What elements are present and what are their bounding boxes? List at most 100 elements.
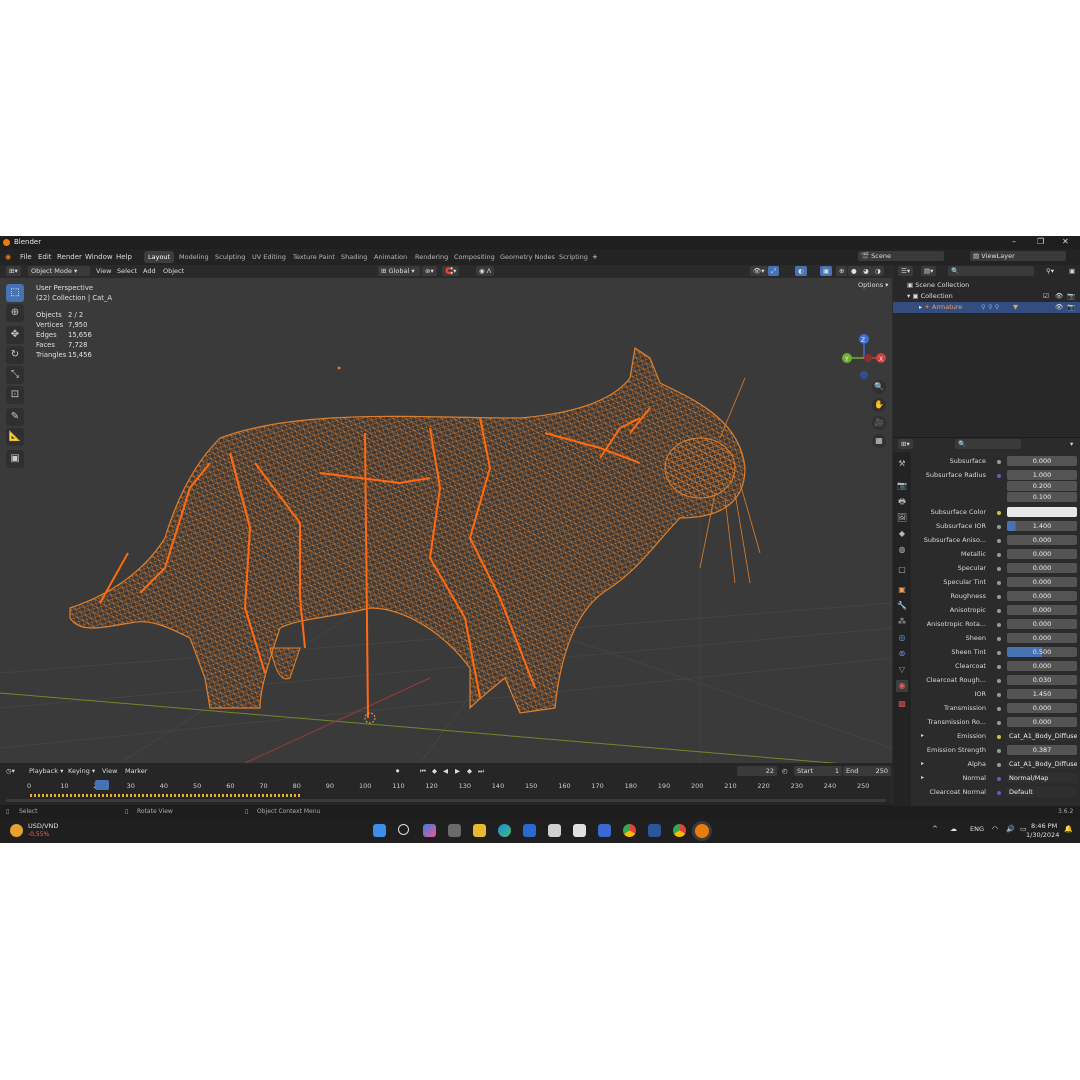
word-icon[interactable]	[648, 824, 661, 837]
weather-widget-icon[interactable]	[10, 824, 23, 837]
prop-value[interactable]: Normal/Map	[1007, 773, 1077, 783]
overlay-toggle-icon[interactable]: ◐	[795, 266, 807, 276]
menu-select[interactable]: Select	[114, 266, 140, 276]
playhead[interactable]	[95, 780, 109, 790]
checkbox-icon[interactable]: ☑	[1043, 291, 1049, 302]
file-explorer-icon[interactable]	[473, 824, 486, 837]
socket-icon[interactable]	[997, 460, 1001, 464]
menu-help[interactable]: Help	[116, 253, 132, 261]
maximize-icon[interactable]: ❐	[1037, 237, 1044, 246]
playback-menu[interactable]: Playback ▾	[29, 767, 63, 775]
menu-render[interactable]: Render	[57, 253, 82, 261]
language-indicator[interactable]: ENG	[970, 825, 984, 833]
camera-view-icon[interactable]: 🎥	[872, 416, 886, 430]
search-icon[interactable]	[398, 824, 409, 835]
expand-arrow-icon[interactable]: ▸	[921, 760, 924, 767]
timeline-view-menu[interactable]: View	[102, 767, 117, 775]
menu-view[interactable]: View	[93, 266, 114, 276]
tab-uv-editing[interactable]: UV Editing	[248, 251, 290, 263]
3d-viewport[interactable]: Z X Y ⬚ ⊕ ✥ ↻ ⤡ ⊡ ✎ 📐 ▣ User Perspective…	[0, 278, 892, 763]
tray-chevron-icon[interactable]: ^	[932, 825, 938, 833]
tab-compositing[interactable]: Compositing	[450, 251, 499, 263]
play-icon[interactable]: ▶	[455, 767, 460, 775]
filter-icon[interactable]: ⚲▾	[1043, 266, 1057, 276]
prop-value[interactable]: Default	[1007, 787, 1077, 797]
expand-arrow-icon[interactable]: ▸	[921, 732, 924, 739]
clock-icon[interactable]: ◴	[782, 767, 788, 775]
socket-icon[interactable]	[997, 581, 1001, 585]
socket-icon[interactable]	[997, 707, 1001, 711]
menu-add[interactable]: Add	[140, 266, 159, 276]
outliner-editor-icon[interactable]: ☰▾	[898, 266, 914, 276]
prop-value[interactable]: 0.500	[1007, 647, 1077, 657]
prop-value[interactable]: 0.000	[1007, 535, 1077, 545]
outliner-armature[interactable]: ▸ ✦ Armature ⚲ ⚲ ⚲ ▼ 👁 📷	[893, 302, 1080, 313]
clock-date[interactable]: 1/30/2024	[1026, 831, 1059, 839]
render-tab-icon[interactable]: 📷	[896, 480, 908, 492]
prev-key-icon[interactable]: ◆	[432, 767, 437, 775]
jump-start-icon[interactable]: ⏮	[420, 767, 426, 776]
snap-icon[interactable]: 🧲▾	[442, 266, 460, 276]
view-layer-selector[interactable]: ▤ ViewLayer	[970, 251, 1066, 261]
prop-value[interactable]: Cat_A1_Body_Diffuse...	[1007, 759, 1077, 769]
add-cube-tool-icon[interactable]: ▣	[6, 450, 24, 468]
socket-icon[interactable]	[997, 735, 1001, 739]
onedrive-icon[interactable]: ☁	[950, 825, 957, 833]
properties-search[interactable]: 🔍	[955, 439, 1021, 449]
blender-taskbar-icon[interactable]	[695, 824, 709, 838]
start-frame-field[interactable]: Start 1	[794, 766, 842, 776]
move-tool-icon[interactable]: ✥	[6, 326, 24, 344]
prop-value[interactable]: 0.030	[1007, 675, 1077, 685]
ticker-label[interactable]: USD/VND	[28, 822, 58, 830]
chrome-browser-icon[interactable]	[673, 824, 686, 837]
shading-material-icon[interactable]: ◕	[860, 266, 872, 276]
pivot-icon[interactable]: ⊚▾	[422, 266, 437, 276]
socket-icon[interactable]	[997, 763, 1001, 767]
properties-editor-icon[interactable]: ⊞▾	[898, 439, 913, 449]
new-collection-icon[interactable]: ▣	[1066, 266, 1078, 276]
shading-rendered-icon[interactable]: ◑	[872, 266, 884, 276]
camera-icon[interactable]: 📷	[1067, 302, 1075, 313]
socket-icon[interactable]	[997, 693, 1001, 697]
tab-modeling[interactable]: Modeling	[175, 251, 213, 263]
outliner-collection[interactable]: ▾ ▣ Collection ☑ 👁 📷	[893, 291, 1080, 302]
prop-value[interactable]: 0.200	[1007, 481, 1077, 491]
socket-icon[interactable]	[997, 474, 1001, 478]
prop-value[interactable]: 1.450	[1007, 689, 1077, 699]
prop-value[interactable]: 0.000	[1007, 563, 1077, 573]
visibility-icon[interactable]: 👁▾	[750, 266, 768, 276]
end-frame-field[interactable]: End 250	[843, 766, 891, 776]
view-layer-tab-icon[interactable]: 🖼	[896, 512, 908, 524]
proportional-edit-icon[interactable]: ◉ Λ	[476, 266, 495, 276]
tab-animation[interactable]: Animation	[370, 251, 411, 263]
play-reverse-icon[interactable]: ◀	[443, 767, 448, 775]
socket-icon[interactable]	[997, 651, 1001, 655]
prop-value[interactable]: 0.000	[1007, 619, 1077, 629]
tab-scripting[interactable]: Scripting	[555, 251, 592, 263]
xray-toggle-icon[interactable]: ▣	[820, 266, 833, 276]
editor-type-icon[interactable]: ⊞▾	[6, 266, 21, 276]
start-menu-icon[interactable]	[373, 824, 386, 837]
record-icon[interactable]: ⏺	[396, 767, 399, 776]
volume-icon[interactable]: 🔊	[1006, 825, 1015, 833]
shading-solid-icon[interactable]: ●	[848, 266, 860, 276]
app-icon[interactable]	[573, 824, 586, 837]
measure-tool-icon[interactable]: 📐	[6, 428, 24, 446]
app-icon[interactable]	[598, 824, 611, 837]
tab-shading[interactable]: Shading	[337, 251, 371, 263]
socket-icon[interactable]	[997, 749, 1001, 753]
display-mode-icon[interactable]: ▤▾	[921, 266, 937, 276]
scene-tab-icon[interactable]: ◆	[896, 528, 908, 540]
marker-menu[interactable]: Marker	[125, 767, 147, 775]
menu-window[interactable]: Window	[85, 253, 113, 261]
cursor-tool-icon[interactable]: ⊕	[6, 304, 24, 322]
prop-value[interactable]: 0.000	[1007, 703, 1077, 713]
socket-icon[interactable]	[997, 637, 1001, 641]
snipping-tool-icon[interactable]	[523, 824, 536, 837]
store-icon[interactable]	[548, 824, 561, 837]
blender-menu-icon[interactable]: ◉	[5, 253, 11, 261]
copilot-icon[interactable]	[423, 824, 436, 837]
socket-icon[interactable]	[997, 511, 1001, 515]
tool-tab-icon[interactable]: ⚒	[896, 458, 908, 470]
close-icon[interactable]: ✕	[1062, 237, 1069, 246]
